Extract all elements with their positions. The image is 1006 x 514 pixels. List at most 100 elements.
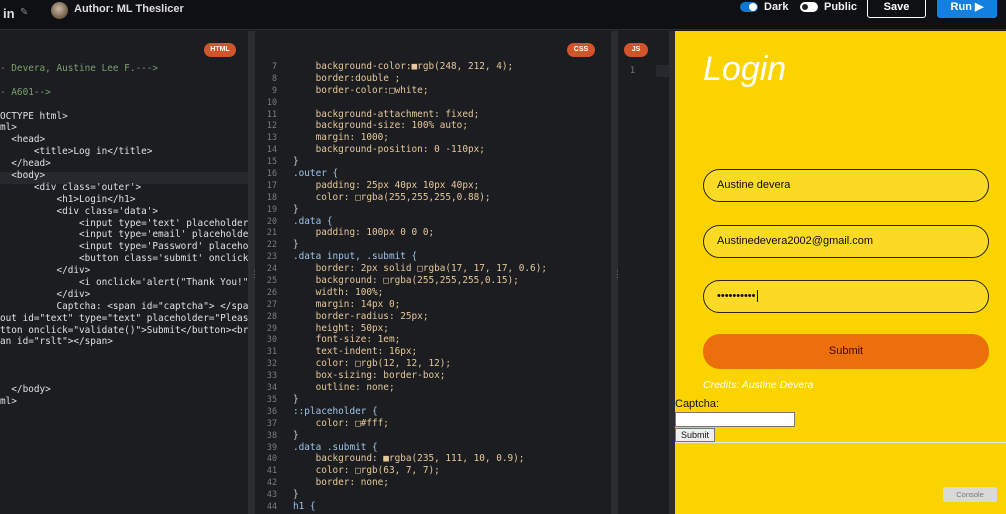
css-code-line[interactable]: }: [293, 489, 547, 501]
css-code-line[interactable]: background: ■rgba(235, 111, 10, 0.9);: [293, 453, 547, 465]
css-code-line[interactable]: background-size: 100% auto;: [293, 120, 547, 132]
password-input[interactable]: ••••••••••: [703, 280, 989, 313]
html-code-line[interactable]: <div class='data'>: [0, 206, 248, 218]
captcha-input[interactable]: [675, 412, 795, 427]
css-code-line[interactable]: border: none;: [293, 477, 547, 489]
css-code-line[interactable]: }: [293, 239, 547, 251]
css-code-line[interactable]: margin: 14px 0;: [293, 299, 547, 311]
css-code-line[interactable]: .data {: [293, 216, 547, 228]
html-code[interactable]: - Devera, Austine Lee F.---> - A601--> O…: [0, 63, 248, 408]
css-code[interactable]: background-color:■rgb(248, 212, 4); bord…: [293, 61, 547, 513]
public-toggle[interactable]: [800, 2, 818, 12]
html-code-line[interactable]: <i onclick='alert("Thank You!")'>: [0, 277, 248, 289]
js-editor-pane[interactable]: JS 1: [618, 31, 669, 514]
html-code-line[interactable]: OCTYPE html>: [0, 111, 248, 123]
author-avatar[interactable]: [51, 2, 68, 19]
css-code-line[interactable]: color: □rgb(12, 12, 12);: [293, 358, 547, 370]
css-line-number: 17: [266, 179, 277, 190]
html-code-line[interactable]: [0, 99, 248, 111]
css-editor-pane[interactable]: CSS 7 8 9 10 11 12 13 14 15 16 17 18 19 20 21 22 23 24 25 2…: [255, 31, 611, 514]
html-code-line[interactable]: [0, 348, 248, 360]
css-code-line[interactable]: h1 {: [293, 501, 547, 513]
html-code-line[interactable]: </head>: [0, 158, 248, 170]
css-code-line[interactable]: border-radius: 25px;: [293, 311, 547, 323]
html-code-line[interactable]: out id="text" type="text" placeholder="P…: [0, 313, 248, 325]
css-code-line[interactable]: background-position: 0 -110px;: [293, 144, 547, 156]
pane-resizer[interactable]: ⋮: [611, 31, 622, 514]
css-code-line[interactable]: outline: none;: [293, 382, 547, 394]
css-tab[interactable]: CSS: [567, 43, 595, 57]
pen-title[interactable]: in: [3, 6, 15, 21]
html-code-line[interactable]: <input type='text' placeholder='Na: [0, 218, 248, 230]
css-code-line[interactable]: color: □rgb(63, 7, 7);: [293, 465, 547, 477]
css-code-line[interactable]: margin: 1000;: [293, 132, 547, 144]
html-code-line[interactable]: </div>: [0, 265, 248, 277]
html-code-line[interactable]: <input type='email' placeholder=': [0, 229, 248, 241]
css-code-line[interactable]: [293, 97, 547, 109]
js-tab[interactable]: JS: [624, 43, 648, 57]
html-code-line[interactable]: <input type='Password' placeholder: [0, 241, 248, 253]
html-code-line[interactable]: </body>: [0, 384, 248, 396]
name-input[interactable]: Austine devera: [703, 169, 989, 202]
css-code-line[interactable]: color: □rgba(255,255,255,0.88);: [293, 192, 547, 204]
save-button[interactable]: Save: [867, 0, 926, 18]
console-button[interactable]: Console: [943, 487, 997, 502]
html-code-line[interactable]: - Devera, Austine Lee F.--->: [0, 63, 248, 75]
css-code-line[interactable]: }: [293, 394, 547, 406]
css-code-line[interactable]: border: 2px solid □rgba(17, 17, 17, 0.6)…: [293, 263, 547, 275]
css-line-number: 41: [266, 465, 277, 476]
css-line-number: 29: [266, 322, 277, 333]
css-line-number: 19: [266, 203, 277, 214]
credits-link[interactable]: Credits: Austine Devera: [703, 379, 814, 391]
css-code-line[interactable]: height: 50px;: [293, 323, 547, 335]
html-code-line[interactable]: [0, 372, 248, 384]
css-code-line[interactable]: background: □rgba(255,255,255,0.15);: [293, 275, 547, 287]
css-code-line[interactable]: .data input, .submit {: [293, 251, 547, 263]
css-line-number: 28: [266, 310, 277, 321]
dark-mode-toggle[interactable]: [740, 2, 758, 12]
css-code-line[interactable]: border-color:□white;: [293, 85, 547, 97]
css-code-line[interactable]: }: [293, 430, 547, 442]
css-code-line[interactable]: border:double ;: [293, 73, 547, 85]
css-code-line[interactable]: }: [293, 204, 547, 216]
html-code-line[interactable]: ml>: [0, 122, 248, 134]
css-code-line[interactable]: text-indent: 16px;: [293, 346, 547, 358]
html-code-line[interactable]: </div>: [0, 289, 248, 301]
captcha-submit-button[interactable]: Submit: [675, 428, 715, 442]
css-code-line[interactable]: ::placeholder {: [293, 406, 547, 418]
html-editor-pane[interactable]: HTML - Devera, Austine Lee F.---> - A601…: [0, 31, 248, 514]
run-button[interactable]: Run ▶: [937, 0, 997, 18]
pane-resizer[interactable]: ⋮: [248, 31, 259, 514]
email-input[interactable]: Austinedevera2002@gmail.com: [703, 225, 989, 258]
css-code-line[interactable]: padding: 25px 40px 10px 40px;: [293, 180, 547, 192]
html-code-line[interactable]: [0, 360, 248, 372]
css-code-line[interactable]: padding: 100px 0 0 0;: [293, 227, 547, 239]
css-code-line[interactable]: }: [293, 156, 547, 168]
edit-title-pencil-icon[interactable]: ✎: [20, 7, 28, 18]
css-line-number: 7: [271, 61, 277, 71]
author-name[interactable]: Author: ML Theslicer: [74, 3, 184, 15]
html-code-line[interactable]: tton onclick="validate()">Submit</button…: [0, 325, 248, 337]
css-code-line[interactable]: background-attachment: fixed;: [293, 109, 547, 121]
css-code-line[interactable]: font-size: 1em;: [293, 334, 547, 346]
css-code-line[interactable]: color: □#fff;: [293, 418, 547, 430]
css-code-line[interactable]: box-sizing: border-box;: [293, 370, 547, 382]
css-code-line[interactable]: .outer {: [293, 168, 547, 180]
css-code-line[interactable]: .data .submit {: [293, 442, 547, 454]
html-tab[interactable]: HTML: [204, 43, 236, 57]
html-code-line[interactable]: <button class='submit' onclick='a: [0, 253, 248, 265]
html-code-line[interactable]: - A601-->: [0, 87, 248, 99]
html-code-line[interactable]: <h1>Login</h1>: [0, 194, 248, 206]
css-code-line[interactable]: width: 100%;: [293, 287, 547, 299]
html-code-line[interactable]: ml>: [0, 396, 248, 408]
css-code-line[interactable]: background-color:■rgb(248, 212, 4);: [293, 61, 547, 73]
html-code-line[interactable]: <body>: [0, 170, 248, 182]
css-line-number: 38: [266, 429, 277, 440]
html-code-line[interactable]: [0, 75, 248, 87]
html-code-line[interactable]: <div class='outer'>: [0, 182, 248, 194]
html-code-line[interactable]: <head>: [0, 134, 248, 146]
html-code-line[interactable]: an id="rslt"></span>: [0, 336, 248, 348]
html-code-line[interactable]: Captcha: <span id="captcha"> </span>: [0, 301, 248, 313]
html-code-line[interactable]: <title>Log in</title>: [0, 146, 248, 158]
login-submit-button[interactable]: Submit: [703, 334, 989, 369]
